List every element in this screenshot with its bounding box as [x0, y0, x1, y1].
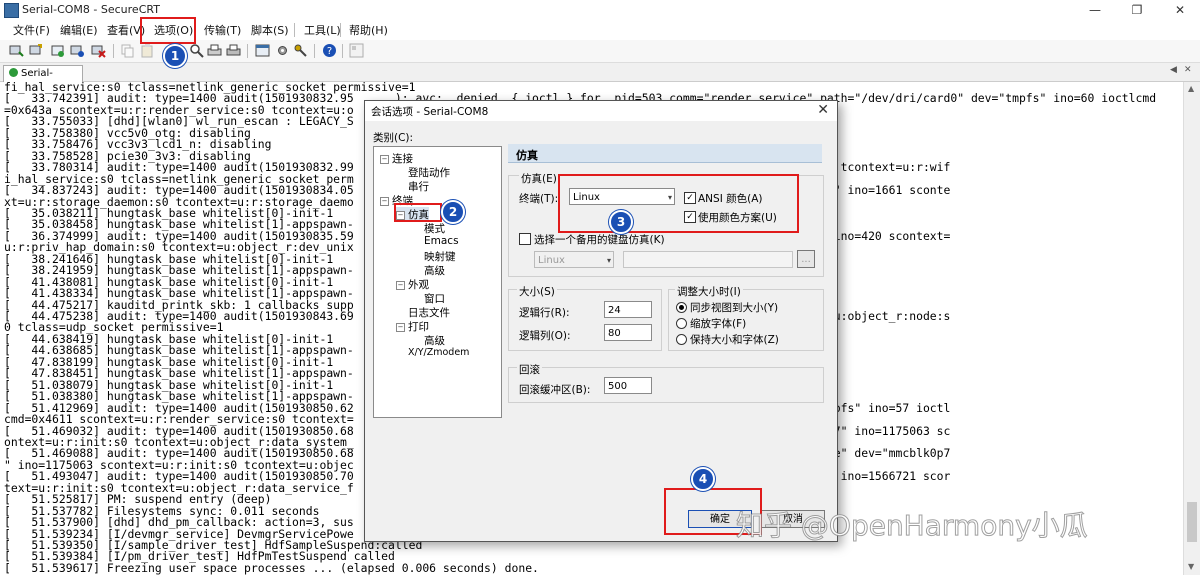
tab-prev-arrow-icon[interactable]: ◀ [1170, 65, 1177, 75]
reconnect-icon[interactable] [70, 43, 85, 58]
copy-icon[interactable] [120, 43, 135, 58]
scrollback-input[interactable]: 500 [604, 377, 652, 394]
svg-text:?: ? [327, 46, 332, 57]
dialog-close-icon[interactable]: ✕ [817, 102, 829, 118]
scroll-down-arrow-icon[interactable]: ▼ [1188, 562, 1194, 571]
scale-font-label: 缩放字体(F) [690, 318, 747, 330]
toolbar-separator [247, 44, 248, 58]
connected-status-icon [9, 68, 18, 77]
global-options-icon[interactable] [275, 43, 290, 58]
step-badge-4: 4 [691, 467, 715, 491]
keypad-icon[interactable] [349, 43, 364, 58]
terminal-type-label: 终端(T): [519, 193, 559, 205]
tree-item-appearance[interactable]: − 外观 [396, 277, 429, 292]
tree-item-printing[interactable]: − 打印 [396, 319, 429, 334]
step-badge-2: 2 [441, 200, 465, 224]
tree-item-emacs[interactable]: Emacs [424, 235, 459, 247]
key-map-icon[interactable] [293, 43, 308, 58]
category-label: 类别(C): [373, 132, 414, 144]
toolbar-separator [314, 44, 315, 58]
toolbar-separator [113, 44, 114, 58]
dialog-title-bar: 会话选项 - Serial-COM8 ✕ [365, 101, 837, 121]
rows-input[interactable]: 24 [604, 301, 652, 318]
menu-separator [294, 23, 295, 37]
highlight-options-menu [140, 17, 196, 44]
highlight-emulation-item [394, 203, 442, 222]
tree-item-serial[interactable]: 串行 [408, 179, 429, 194]
emulation-group-label: 仿真(E) [519, 171, 559, 186]
connect-icon[interactable] [9, 43, 24, 58]
sync-view-radio[interactable] [676, 302, 687, 313]
resize-group-label: 调整大小时(I) [675, 284, 743, 299]
size-group-label: 大小(S) [517, 284, 557, 299]
cols-input[interactable]: 80 [604, 324, 652, 341]
print-icon[interactable] [207, 43, 222, 58]
scrollback-label: 回滚缓冲区(B): [519, 384, 591, 396]
tree-item-xyzmodem[interactable]: X/Y/Zmodem [408, 347, 469, 358]
tree-item-advanced[interactable]: 高级 [424, 263, 445, 278]
disconnect-icon[interactable] [91, 43, 106, 58]
alt-keyboard-path-input[interactable] [623, 251, 793, 268]
sync-view-label: 同步视图到大小(Y) [690, 302, 779, 314]
browse-button[interactable]: ... [797, 250, 815, 268]
menu-file[interactable]: 文件(F) [13, 22, 50, 38]
window-title: Serial-COM8 - SecureCRT [22, 3, 160, 16]
find-icon[interactable] [189, 43, 204, 58]
tree-item-modes[interactable]: 模式 [424, 221, 445, 236]
minimize-button[interactable]: — [1075, 1, 1115, 19]
help-icon[interactable]: ? [322, 43, 337, 58]
tree-item-printing-advanced[interactable]: 高级 [424, 333, 445, 348]
keep-size-label: 保持大小和字体(Z) [690, 334, 779, 346]
dialog-title: 会话选项 - Serial-COM8 [371, 106, 489, 118]
maximize-button[interactable]: ❐ [1117, 1, 1157, 19]
alt-keyboard-checkbox[interactable] [519, 233, 531, 245]
keep-size-radio[interactable] [676, 334, 687, 345]
alt-keyboard-select[interactable]: Linux ▾ [534, 251, 614, 268]
menu-separator [340, 23, 341, 37]
terminal-scrollbar[interactable]: ▲ ▼ [1183, 82, 1200, 575]
menu-edit[interactable]: 编辑(E) [60, 22, 98, 38]
terminal-line: [ 51.539617] Freezing user space process… [4, 560, 539, 575]
scroll-up-arrow-icon[interactable]: ▲ [1188, 84, 1194, 93]
panel-title: 仿真 [516, 149, 538, 162]
paste-icon[interactable] [140, 43, 155, 58]
panel-header: 仿真 [508, 144, 822, 163]
menu-script[interactable]: 脚本(S) [251, 22, 289, 38]
quick-connect-icon[interactable] [29, 43, 44, 58]
menu-help[interactable]: 帮助(H) [349, 22, 388, 38]
securecrt-app-icon [4, 3, 19, 18]
category-tree: − 连接 登陆动作 串行 − 终端 − 仿真 模式 Emacs 映射键 高级 − 外观 … [373, 146, 502, 418]
close-window-button[interactable]: ✕ [1160, 1, 1200, 19]
scrollback-group-label: 回滚 [517, 362, 542, 377]
session-options-dialog: 会话选项 - Serial-COM8 ✕ 类别(C): − 连接 登陆动作 串行 … [364, 100, 838, 542]
tree-item-log-file[interactable]: 日志文件 [408, 305, 450, 320]
watermark: 知乎 @OpenHarmony小瓜 [736, 509, 1089, 543]
tree-item-logon-actions[interactable]: 登陆动作 [408, 165, 450, 180]
step-badge-3: 3 [609, 210, 633, 234]
connect-tab-icon[interactable] [50, 43, 65, 58]
menu-tools[interactable]: 工具(L) [304, 22, 341, 38]
cols-label: 逻辑列(O): [519, 330, 571, 342]
scale-font-radio[interactable] [676, 318, 687, 329]
highlight-terminal-settings [558, 174, 799, 233]
step-badge-1: 1 [163, 44, 187, 68]
tree-item-window[interactable]: 窗口 [424, 291, 445, 306]
tree-item-mapped-keys[interactable]: 映射键 [424, 249, 456, 264]
session-options-icon[interactable] [255, 43, 270, 58]
tab-close-icon[interactable]: ✕ [1184, 65, 1192, 75]
rows-label: 逻辑行(R): [519, 307, 570, 319]
print-setup-icon[interactable] [226, 43, 241, 58]
alt-keyboard-label: 选择一个备用的键盘仿真(K) [534, 234, 665, 246]
tab-serial-com8[interactable]: Serial-COM8 [3, 65, 83, 95]
toolbar-separator [342, 44, 343, 58]
tree-item-connection[interactable]: − 连接 [380, 151, 413, 166]
menu-transfer[interactable]: 传输(T) [204, 22, 241, 38]
scrollbar-thumb[interactable] [1187, 502, 1197, 542]
